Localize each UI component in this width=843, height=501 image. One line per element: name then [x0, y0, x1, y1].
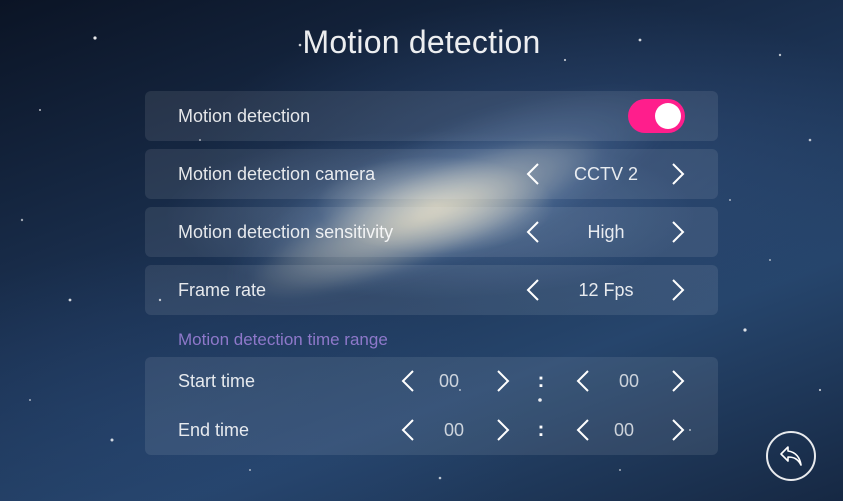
- time-separator: :: [537, 370, 545, 392]
- chevron-right-icon[interactable]: [671, 162, 685, 186]
- sensitivity-label: Motion detection sensitivity: [178, 222, 394, 242]
- time-range-panel: Start time 00 : 00 End time 00 : 00: [145, 357, 718, 455]
- motion-detection-row: Motion detection: [145, 91, 718, 141]
- chevron-left-icon[interactable]: [526, 162, 540, 186]
- chevron-right-icon[interactable]: [671, 369, 685, 393]
- chevron-right-icon[interactable]: [671, 418, 685, 442]
- sensitivity-row: Motion detection sensitivity High: [145, 207, 718, 257]
- chevron-right-icon[interactable]: [496, 418, 510, 442]
- chevron-left-icon[interactable]: [526, 278, 540, 302]
- start-time-label: Start time: [178, 371, 256, 391]
- chevron-left-icon[interactable]: [401, 369, 415, 393]
- back-button[interactable]: [766, 431, 816, 481]
- start-minute-value: 00: [618, 371, 640, 391]
- chevron-left-icon[interactable]: [576, 369, 590, 393]
- frame-rate-row: Frame rate 12 Fps: [145, 265, 718, 315]
- return-arrow-icon: [780, 446, 802, 466]
- end-minute-value: 00: [613, 420, 635, 440]
- end-hour-value: 00: [443, 420, 465, 440]
- time-range-section-label: Motion detection time range: [178, 330, 388, 349]
- camera-label: Motion detection camera: [178, 164, 376, 184]
- chevron-left-icon[interactable]: [401, 418, 415, 442]
- start-time-row: Start time 00 : 00: [145, 357, 718, 406]
- motion-detection-toggle[interactable]: [628, 99, 685, 133]
- chevron-left-icon[interactable]: [526, 220, 540, 244]
- end-time-label: End time: [178, 420, 250, 440]
- camera-value: CCTV 2: [573, 164, 638, 184]
- toggle-knob: [655, 103, 681, 129]
- page-title: Motion detection: [302, 24, 541, 60]
- chevron-right-icon[interactable]: [671, 278, 685, 302]
- start-hour-value: 00: [438, 371, 460, 391]
- camera-row: Motion detection camera CCTV 2: [145, 149, 718, 199]
- time-separator: :: [537, 419, 545, 441]
- end-time-row: End time 00 : 00: [145, 406, 718, 455]
- frame-rate-label: Frame rate: [178, 280, 267, 300]
- motion-detection-label: Motion detection: [178, 106, 311, 126]
- chevron-left-icon[interactable]: [576, 418, 590, 442]
- frame-rate-value: 12 Fps: [578, 280, 634, 300]
- sensitivity-value: High: [587, 222, 625, 242]
- chevron-right-icon[interactable]: [671, 220, 685, 244]
- chevron-right-icon[interactable]: [496, 369, 510, 393]
